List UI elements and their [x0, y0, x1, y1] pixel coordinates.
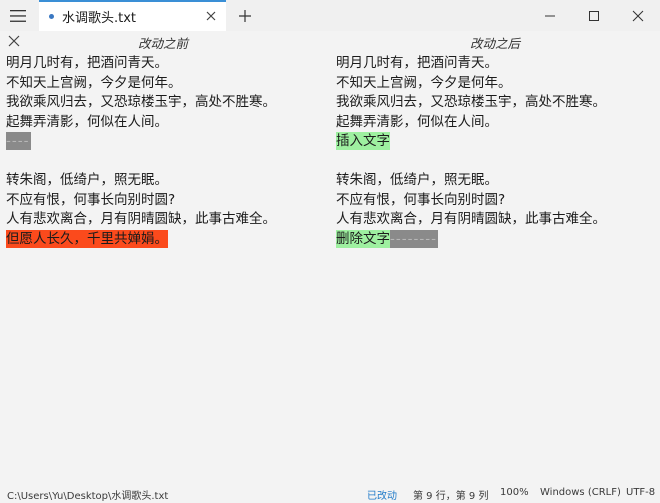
text-line: 明月几时有，把酒问青天。: [336, 54, 606, 74]
line-text: 起舞弄清影，何似在人间。: [336, 113, 498, 130]
unsaved-dot-icon: [49, 14, 54, 19]
text-line: 人有悲欢离合，月有阴晴圆缺，此事古难全。: [6, 210, 276, 230]
tab-current-file[interactable]: 水调歌头.txt: [39, 0, 226, 31]
text-line: 明月几时有，把酒问青天。: [6, 54, 276, 74]
line-text: 人有悲欢离合，月有阴晴圆缺，此事古难全。: [336, 211, 606, 227]
status-bar: C:\Users\Yu\Desktop\水调歌头.txt 已改动 第 9 行，第…: [0, 483, 660, 503]
minimize-button[interactable]: [528, 0, 572, 31]
maximize-icon: [589, 10, 599, 21]
after-editor-pane[interactable]: 明月几时有，把酒问青天。 不知天上宫阙，今夕是何年。 我欲乘风归去，又恐琼楼玉宇…: [330, 51, 660, 483]
line-ending[interactable]: Windows (CRLF): [540, 487, 621, 498]
text-line: 起舞弄清影，何似在人间。: [6, 113, 276, 133]
line-text: 不应有恨，何事长向别时圆?: [6, 191, 176, 208]
line-text: 不知天上宫阙，今夕是何年。: [336, 74, 512, 91]
line-text: 不应有恨，何事长向别时圆?: [336, 191, 506, 208]
line-text: 人有悲欢离合，月有阴晴圆缺，此事古难全。: [6, 211, 276, 227]
line-text: 转朱阁，低绮户，照无眠。: [336, 172, 498, 188]
tab-title: 水调歌头.txt: [62, 11, 137, 26]
modified-status[interactable]: 已改动: [367, 487, 397, 502]
text-line: 不应有恨，何事长向别时圆?: [6, 191, 276, 211]
maximize-button[interactable]: [572, 0, 616, 31]
text-line: 转朱阁，低绮户，照无眠。: [336, 171, 606, 191]
text-line: 但愿人长久，千里共婵娟。: [6, 229, 276, 250]
text-line: 不知天上宫阙，今夕是何年。: [6, 74, 276, 94]
text-line: 我欲乘风归去，又恐琼楼玉宇，高处不胜寒。: [6, 93, 276, 113]
text-line: 起舞弄清影，何似在人间。: [336, 113, 606, 133]
text-line: 删除文字--------: [336, 229, 606, 250]
hamburger-icon: [10, 9, 26, 22]
before-pane-title: 改动之前: [138, 36, 189, 51]
after-lines: 明月几时有，把酒问青天。 不知天上宫阙，今夕是何年。 我欲乘风归去，又恐琼楼玉宇…: [336, 54, 606, 249]
before-editor-pane[interactable]: 明月几时有，把酒问青天。 不知天上宫阙，今夕是何年。 我欲乘风归去，又恐琼楼玉宇…: [0, 51, 330, 483]
encoding[interactable]: UTF-8: [626, 487, 655, 498]
text-line: ----: [6, 132, 276, 152]
window-controls: [528, 0, 660, 31]
after-pane-title: 改动之后: [470, 36, 521, 51]
modified-text-highlight: 删除文字: [336, 229, 390, 248]
line-text: 我欲乘风归去，又恐琼楼玉宇，高处不胜寒。: [336, 94, 606, 110]
inserted-text-highlight: 插入文字: [336, 132, 390, 150]
text-line: 插入文字: [336, 132, 606, 152]
line-text: 不知天上宫阙，今夕是何年。: [6, 74, 182, 91]
title-bar: 水调歌头.txt: [0, 0, 660, 31]
text-line: 转朱阁，低绮户，照无眠。: [6, 171, 276, 191]
deleted-text-highlight: 但愿人长久，千里共婵娟。: [6, 229, 168, 248]
new-tab-button[interactable]: [226, 0, 264, 31]
close-window-button[interactable]: [616, 0, 660, 31]
compare-header: 改动之前 改动之后: [0, 31, 660, 51]
tab-close-icon[interactable]: [204, 9, 218, 23]
line-text: 明月几时有，把酒问青天。: [6, 55, 168, 71]
placeholder-highlight: ----: [6, 132, 31, 150]
hamburger-menu-button[interactable]: [0, 0, 36, 31]
close-compare-icon[interactable]: [7, 34, 21, 48]
line-text: 转朱阁，低绮户，照无眠。: [6, 172, 168, 188]
text-line: 不知天上宫阙，今夕是何年。: [336, 74, 606, 94]
file-path: C:\Users\Yu\Desktop\水调歌头.txt: [7, 491, 169, 502]
text-line: 我欲乘风归去，又恐琼楼玉宇，高处不胜寒。: [336, 93, 606, 113]
cursor-position[interactable]: 第 9 行，第 9 列: [413, 487, 488, 502]
close-icon: [632, 10, 644, 21]
before-lines: 明月几时有，把酒问青天。 不知天上宫阙，今夕是何年。 我欲乘风归去，又恐琼楼玉宇…: [6, 54, 276, 249]
line-text: 起舞弄清影，何似在人间。: [6, 113, 168, 130]
line-text: 明月几时有，把酒问青天。: [336, 55, 498, 71]
placeholder-highlight: --------: [390, 229, 438, 248]
text-line: 人有悲欢离合，月有阴晴圆缺，此事古难全。: [336, 210, 606, 230]
line-text: 我欲乘风归去，又恐琼楼玉宇，高处不胜寒。: [6, 94, 276, 110]
text-line: 不应有恨，何事长向别时圆?: [336, 191, 606, 211]
minimize-icon: [545, 15, 555, 16]
zoom-level[interactable]: 100%: [500, 487, 529, 498]
plus-icon: [239, 9, 251, 22]
